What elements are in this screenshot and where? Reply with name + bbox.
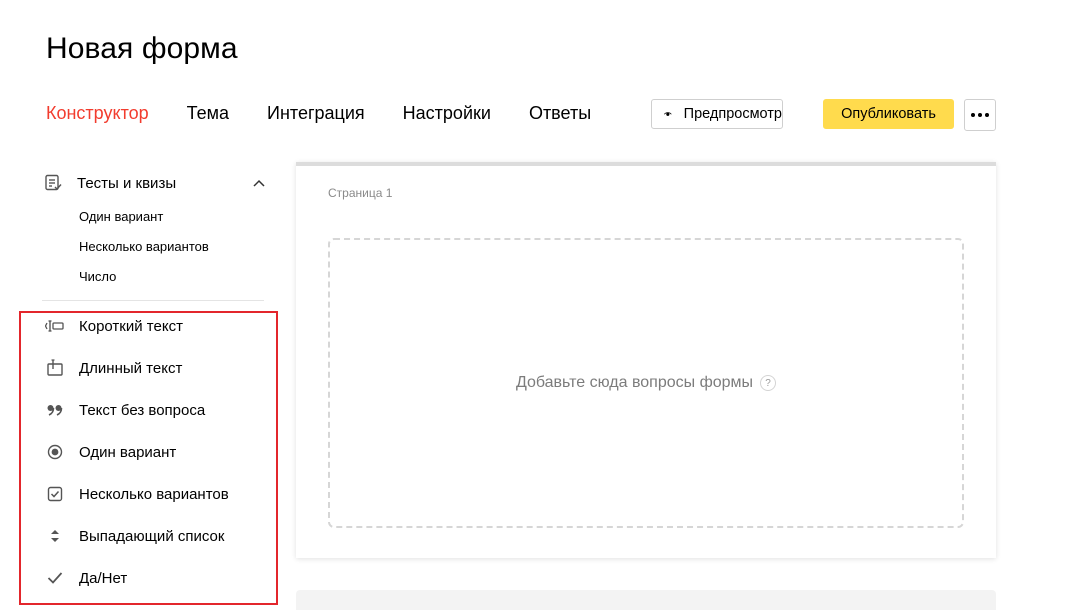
field-label: Да/Нет [79, 569, 128, 587]
sidebar-item-short-text[interactable]: Короткий текст [44, 314, 266, 338]
sidebar-subitem-multiple-choice[interactable]: Несколько вариантов [79, 239, 209, 254]
sidebar-subitem-number[interactable]: Число [79, 269, 116, 284]
field-label: Один вариант [79, 443, 177, 461]
field-label: Текст без вопроса [79, 401, 206, 419]
sidebar-item-single-choice[interactable]: Один вариант [44, 440, 266, 464]
quiz-icon [45, 174, 62, 191]
publish-button[interactable]: Опубликовать [823, 99, 954, 129]
checkbox-icon [44, 485, 66, 503]
tab-theme[interactable]: Тема [187, 103, 229, 124]
quote-icon [44, 401, 66, 419]
more-icon [971, 113, 975, 117]
chevron-up-icon[interactable] [252, 176, 266, 190]
field-label: Выпадающий список [79, 527, 225, 545]
sidebar-group-label: Тесты и квизы [77, 174, 177, 192]
next-page-card [296, 590, 996, 610]
dropdown-icon [44, 527, 66, 545]
dropzone-text: Добавьте сюда вопросы формы [515, 374, 754, 391]
question-dropzone[interactable]: Добавьте сюда вопросы формы ? [328, 238, 964, 528]
check-icon [44, 569, 66, 587]
preview-button[interactable]: Предпросмотр [651, 99, 783, 129]
publish-label: Опубликовать [841, 106, 936, 122]
field-label: Короткий текст [79, 317, 183, 335]
sidebar-item-yes-no[interactable]: Да/Нет [44, 566, 266, 590]
field-label: Длинный текст [79, 359, 183, 377]
more-button[interactable] [964, 99, 996, 131]
field-label: Несколько вариантов [79, 485, 229, 503]
sidebar-item-dropdown[interactable]: Выпадающий список [44, 524, 266, 548]
help-icon[interactable]: ? [760, 375, 777, 391]
radio-icon [44, 443, 66, 461]
tab-integration[interactable]: Интеграция [267, 103, 365, 124]
page-label: Страница 1 [328, 186, 393, 200]
eye-icon [664, 112, 672, 116]
tab-settings[interactable]: Настройки [403, 103, 491, 124]
sidebar-item-text-no-question[interactable]: Текст без вопроса [44, 398, 266, 422]
tab-answers[interactable]: Ответы [529, 103, 591, 124]
tab-constructor[interactable]: Конструктор [46, 103, 149, 124]
sidebar-divider [42, 300, 264, 301]
sidebar-subitem-single-choice[interactable]: Один вариант [79, 209, 163, 224]
sidebar-item-multiple-choice[interactable]: Несколько вариантов [44, 482, 266, 506]
sidebar-item-long-text[interactable]: Длинный текст [44, 356, 266, 380]
sidebar-group-quiz[interactable]: Тесты и квизы [44, 172, 266, 194]
short-text-icon [44, 317, 66, 335]
nav-tabs: Конструктор Тема Интеграция Настройки От… [46, 103, 629, 124]
form-page-card: Страница 1 Добавьте сюда вопросы формы ? [296, 162, 996, 558]
page-title: Новая форма [46, 32, 238, 65]
long-text-icon [44, 359, 66, 377]
preview-label: Предпросмотр [683, 106, 782, 122]
